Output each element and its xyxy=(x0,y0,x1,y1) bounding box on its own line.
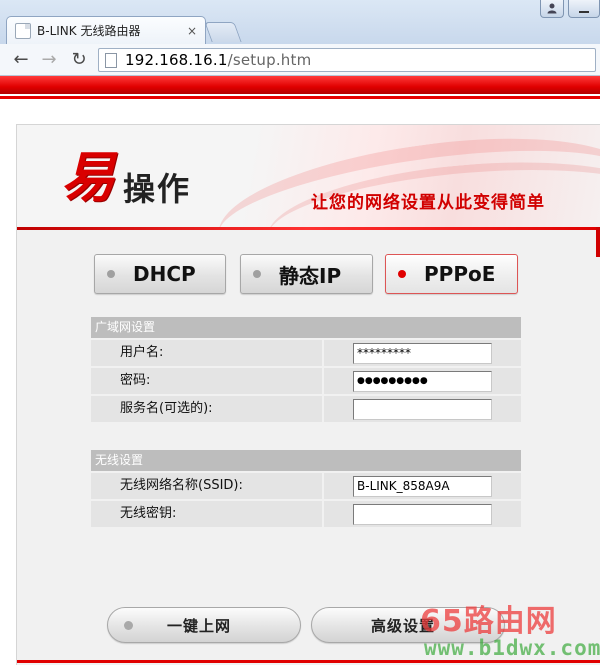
url-path: /setup.htm xyxy=(227,51,312,69)
header-red-line xyxy=(0,96,600,99)
radio-dot-icon xyxy=(107,270,115,278)
section-title: 无线设置 xyxy=(91,450,521,471)
banner-divider-edge xyxy=(596,227,600,257)
mode-button-dhcp[interactable]: DHCP xyxy=(94,254,226,294)
ssid-field[interactable]: B-LINK_858A9A xyxy=(353,476,492,497)
password-field[interactable]: ●●●●●●●●● xyxy=(353,371,492,392)
wireless-key-row: 无线密钥: xyxy=(91,499,521,527)
close-tab-icon[interactable]: × xyxy=(187,24,197,38)
back-button[interactable]: ← xyxy=(10,49,32,71)
username-label: 用户名: xyxy=(120,345,164,360)
service-name-row: 服务名(可选的): xyxy=(91,394,521,422)
button-label: 一键上网 xyxy=(167,616,232,635)
wireless-key-label: 无线密钥: xyxy=(120,506,177,521)
browser-toolbar: ← → ↻ 192.168.16.1/setup.htm xyxy=(0,44,600,76)
url-text: 192.168.16.1/setup.htm xyxy=(125,51,311,69)
url-host: 192.168.16.1 xyxy=(125,51,228,69)
page-icon xyxy=(105,52,117,68)
browser-tab[interactable]: B-LINK 无线路由器 × xyxy=(6,16,206,44)
mode-label: 静态IP xyxy=(279,263,342,288)
brand-logo-text: 操作 xyxy=(123,170,192,208)
new-tab-button[interactable] xyxy=(204,22,242,42)
service-name-label: 服务名(可选的): xyxy=(120,401,213,416)
service-name-field[interactable] xyxy=(353,399,492,420)
slogan: 让您的网络设置从此变得简单 xyxy=(311,193,545,213)
mode-label: PPPoE xyxy=(424,262,496,286)
banner-divider xyxy=(17,227,597,230)
username-row: 用户名: ********* xyxy=(91,338,521,366)
one-click-connect-button[interactable]: 一键上网 xyxy=(107,607,301,643)
watermark-url: www.b1dwx.com xyxy=(424,636,600,660)
radio-dot-icon xyxy=(253,270,261,278)
footer-red-line xyxy=(17,660,600,663)
ssid-label: 无线网络名称(SSID): xyxy=(120,478,243,493)
password-row: 密码: ●●●●●●●●● xyxy=(91,366,521,394)
mode-button-static-ip[interactable]: 静态IP xyxy=(240,254,373,294)
wireless-key-field[interactable] xyxy=(353,504,492,525)
mode-button-pppoe[interactable]: PPPoE xyxy=(385,254,518,294)
wireless-settings-section: 无线设置 无线网络名称(SSID): B-LINK_858A9A 无线密钥: xyxy=(91,450,521,527)
address-bar[interactable]: 192.168.16.1/setup.htm xyxy=(98,48,596,72)
tab-title: B-LINK 无线路由器 xyxy=(37,24,141,38)
mode-label: DHCP xyxy=(133,262,196,286)
minimize-icon[interactable] xyxy=(568,0,600,18)
password-label: 密码: xyxy=(120,373,151,388)
banner: 易 操作 让您的网络设置从此变得简单 xyxy=(17,125,600,229)
radio-dot-icon xyxy=(124,620,133,630)
brand-logo-char: 易 xyxy=(61,145,115,209)
username-field[interactable]: ********* xyxy=(353,343,492,364)
page-icon xyxy=(15,22,31,39)
watermark-text: 65路由网 xyxy=(420,604,557,639)
forward-button[interactable]: → xyxy=(38,49,60,71)
header-red-bar xyxy=(0,76,600,94)
radio-dot-icon xyxy=(398,270,406,278)
ssid-row: 无线网络名称(SSID): B-LINK_858A9A xyxy=(91,471,521,499)
reload-button[interactable]: ↻ xyxy=(68,49,90,71)
browser-tab-strip: B-LINK 无线路由器 × xyxy=(0,0,600,44)
section-title: 广域网设置 xyxy=(91,317,521,338)
user-icon[interactable] xyxy=(540,0,564,18)
wan-settings-section: 广域网设置 用户名: ********* 密码: ●●●●●●●●● 服务名(可… xyxy=(91,317,521,422)
